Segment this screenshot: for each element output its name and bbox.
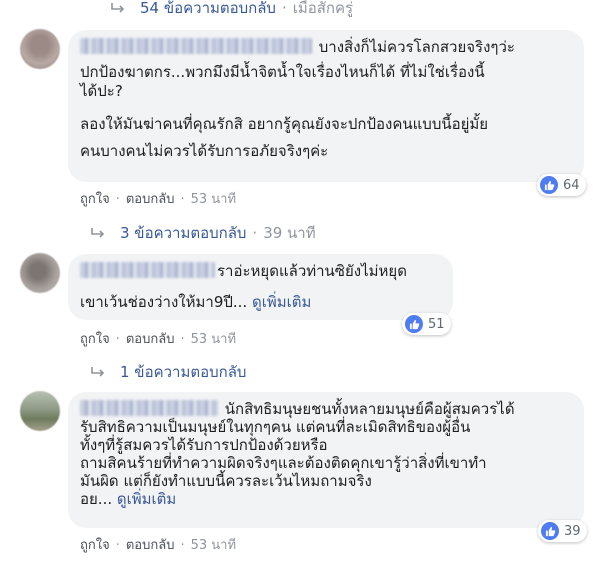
comment-text-line: ถามสิคนร้ายที่ทำความผิดจริงๆและต้องติดคุ…: [80, 454, 487, 472]
view-replies-link[interactable]: 3 ข้อความตอบกลับ · 39 นาที: [90, 221, 316, 245]
comment-text-line: อย...: [80, 490, 113, 508]
comment-text-line: มันผิด แต่ก็ยังทำแบบนี้ควรละเว้นไหมถามจร…: [80, 472, 372, 490]
reply-count: 3 ข้อความตอบกลับ: [120, 224, 247, 242]
avatar[interactable]: [20, 253, 60, 293]
like-button[interactable]: ถูกใจ: [80, 332, 110, 347]
avatar[interactable]: [20, 391, 60, 431]
comment-text-line: คนบางคนไม่ควรได้รับการอภัยจริงๆค่ะ: [80, 142, 329, 160]
view-replies-link[interactable]: 54 ข้อความตอบกลับ · เมื่อสักครู่: [110, 0, 353, 20]
comment-time[interactable]: 53 นาที: [191, 538, 236, 553]
comment-text-line: ทั้งๆที่รู้สมควรได้รับการปกป้องด้วยหรือ: [80, 436, 328, 454]
reply-time: 39 นาที: [263, 224, 316, 242]
see-more-link[interactable]: ดูเพิ่มเติม: [117, 490, 176, 508]
comment-bubble: นักสิทธิมนุษยชนทั้งหลายมนุษย์คือผู้สมควร…: [68, 392, 584, 528]
comment-actions: ถูกใจ · ตอบกลับ · 53 นาที: [80, 538, 237, 553]
commenter-name[interactable]: [80, 38, 312, 54]
comment-text-line: ราอ่ะหยุดแล้วท่านซิยังไม่หยุด: [217, 262, 407, 280]
reply-count: 1 ข้อความตอบกลับ: [120, 363, 247, 381]
comment-text-line: ปกป้องฆาตกร...พวกมึงมีน้ำจิตน้ำใจเรื่องไ…: [80, 63, 485, 81]
comment-text-line: ลองให้มันฆ่าคนที่คุณรักสิ อยากรู้คุณยังจ…: [80, 115, 489, 133]
comment-text-line: รับสิทธิความเป็นมนุษย์ในทุกๆคน แต่คนที่ล…: [80, 418, 471, 436]
like-icon: [405, 315, 423, 333]
comment-text-line: บางสิ่งก็ไม่ควรโลกสวยจริงๆว่ะ: [318, 38, 515, 56]
comment-actions: ถูกใจ · ตอบกลับ · 53 นาที: [80, 332, 237, 347]
commenter-name[interactable]: [80, 262, 215, 278]
like-button[interactable]: ถูกใจ: [80, 192, 110, 207]
comment-text-line: ได้ปะ?: [80, 82, 123, 100]
reaction-count: 51: [428, 316, 445, 332]
reply-arrow-icon: [91, 367, 105, 377]
comment-text-line: นักสิทธิมนุษยชนทั้งหลายมนุษย์คือผู้สมควร…: [224, 400, 515, 418]
reply-arrow-icon: [91, 228, 105, 238]
reply-button[interactable]: ตอบกลับ: [126, 332, 175, 347]
comment-time[interactable]: 53 นาที: [191, 192, 236, 207]
reaction-count-badge[interactable]: 39: [538, 520, 587, 542]
reply-button[interactable]: ตอบกลับ: [126, 192, 175, 207]
comment-actions: ถูกใจ · ตอบกลับ · 53 นาที: [80, 192, 237, 207]
reply-count: 54 ข้อความตอบกลับ: [140, 0, 276, 17]
avatar[interactable]: [20, 29, 60, 69]
comment-bubble: บางสิ่งก็ไม่ควรโลกสวยจริงๆว่ะ ปกป้องฆาตก…: [68, 30, 584, 182]
comment-bubble: ราอ่ะหยุดแล้วท่านซิยังไม่หยุด เขาเว้นช่อ…: [68, 254, 453, 320]
comment-time[interactable]: 53 นาที: [191, 332, 236, 347]
like-icon: [541, 522, 559, 540]
reply-arrow-icon: [111, 3, 125, 13]
reply-time: เมื่อสักครู่: [292, 0, 354, 17]
reaction-count: 39: [564, 523, 581, 539]
reaction-count-badge[interactable]: 51: [402, 313, 451, 335]
reaction-count: 64: [563, 177, 580, 193]
reaction-count-badge[interactable]: 64: [537, 174, 586, 196]
comment-text-line: เขาเว้นช่องว่างให้มา9ปี...: [80, 293, 248, 311]
reply-button[interactable]: ตอบกลับ: [126, 538, 175, 553]
like-icon: [540, 176, 558, 194]
view-replies-link[interactable]: 1 ข้อความตอบกลับ: [90, 360, 246, 384]
commenter-name[interactable]: [80, 400, 218, 416]
like-button[interactable]: ถูกใจ: [80, 538, 110, 553]
see-more-link[interactable]: ดูเพิ่มเติม: [252, 293, 311, 311]
